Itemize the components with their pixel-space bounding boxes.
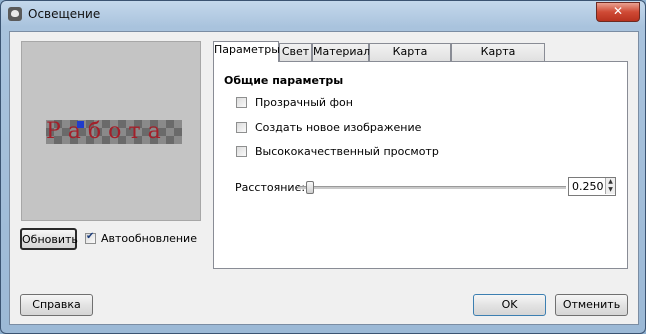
new-image-checkbox[interactable] — [236, 122, 247, 133]
gimp-app-icon — [8, 7, 22, 21]
tab-material[interactable]: Материал — [312, 43, 370, 61]
ok-button-label: OK — [501, 298, 518, 311]
help-button[interactable]: Справка — [20, 294, 93, 316]
transparent-bg-checkbox[interactable] — [236, 97, 247, 108]
dialog-client-area: Работа Обновить Автообновление Параметры… — [9, 31, 639, 325]
spin-down-icon[interactable]: ▼ — [605, 186, 615, 194]
help-button-label: Справка — [32, 298, 81, 311]
transparent-bg-label: Прозрачный фон — [255, 96, 353, 109]
update-button-label: Обновить — [22, 233, 78, 246]
title-bar[interactable]: Освещение ✕ — [1, 1, 645, 29]
distance-label: Расстояние: — [235, 181, 306, 194]
cancel-button-label: Отменить — [562, 298, 621, 311]
distance-slider-thumb[interactable] — [306, 181, 314, 194]
distance-spinbox[interactable]: 0.250 ▲ ▼ — [568, 177, 616, 196]
hq-preview-label: Высококачественный просмотр — [255, 145, 439, 158]
auto-update-checkbox[interactable] — [85, 231, 96, 244]
parameters-panel: Общие параметры Прозрачный фон Создать н… — [213, 61, 628, 269]
preview-text: Работа — [46, 119, 168, 144]
new-image-label: Создать новое изображение — [255, 121, 422, 134]
window-title: Освещение — [28, 7, 101, 21]
hq-preview-checkbox[interactable] — [236, 146, 247, 157]
spin-up-icon[interactable]: ▲ — [605, 178, 615, 186]
preview-area[interactable]: Работа — [21, 41, 201, 221]
auto-update-label: Автообновление — [101, 232, 197, 245]
tab-light[interactable]: Свет — [279, 43, 312, 61]
lighting-dialog: Освещение ✕ Работа Обновить Автообновлен… — [0, 0, 646, 334]
cancel-button[interactable]: Отменить — [555, 294, 628, 316]
distance-value: 0.250 — [572, 180, 604, 193]
update-button[interactable]: Обновить — [20, 228, 78, 250]
ok-button[interactable]: OK — [473, 294, 546, 316]
section-title: Общие параметры — [224, 74, 344, 87]
light-position-handle[interactable] — [77, 121, 84, 128]
tab-environment-map[interactable]: Карта окружения — [451, 43, 545, 74]
close-button[interactable]: ✕ — [596, 2, 640, 22]
tab-bump-map[interactable]: Карта рельефа — [369, 43, 451, 74]
distance-slider[interactable] — [298, 181, 566, 194]
tab-parameters[interactable]: Параметры — [213, 41, 280, 62]
